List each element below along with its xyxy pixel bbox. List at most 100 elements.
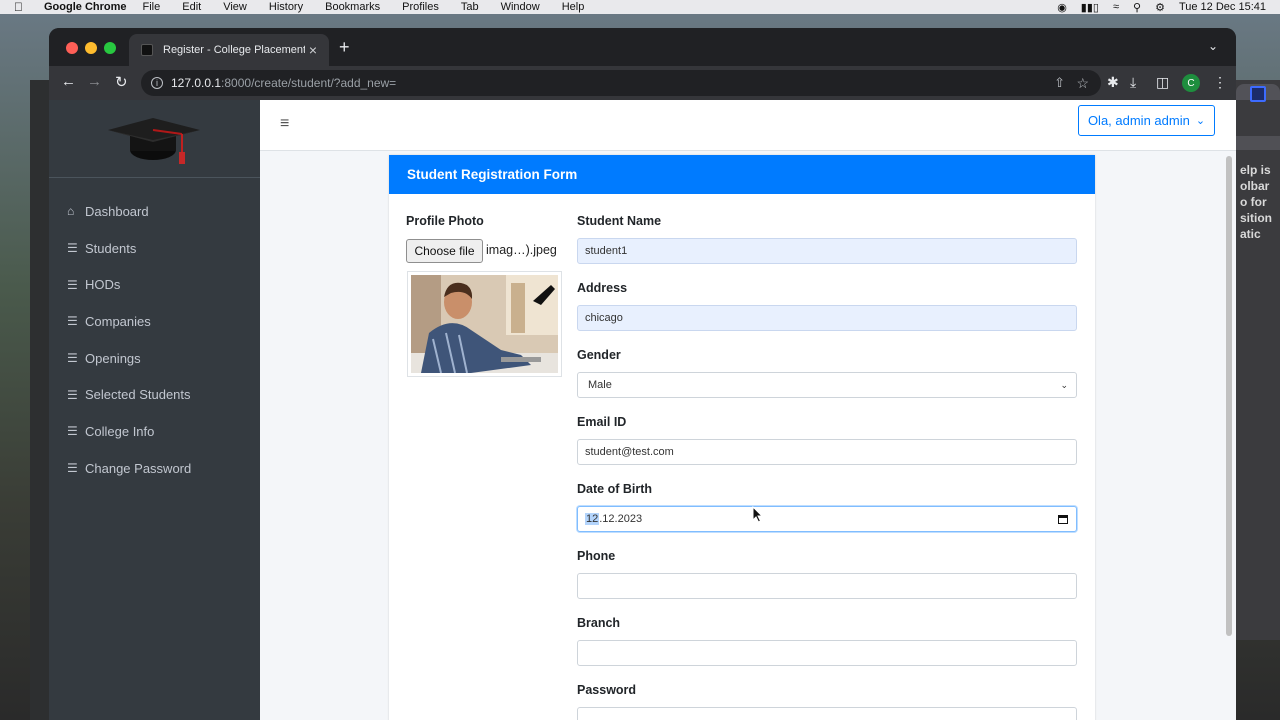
- email-value: student@test.com: [585, 446, 674, 458]
- minimize-window-button[interactable]: [85, 42, 97, 54]
- menu-window[interactable]: Window: [501, 1, 540, 13]
- browser-tab[interactable]: Register - College Placement ×: [129, 34, 329, 66]
- new-tab-button[interactable]: +: [339, 37, 350, 58]
- zoom-window-button[interactable]: [104, 42, 116, 54]
- control-center-icon[interactable]: ⚙: [1155, 1, 1165, 14]
- close-window-button[interactable]: [66, 42, 78, 54]
- sidebar-item-label: College Info: [85, 423, 155, 439]
- macos-menubar:  Google Chrome File Edit View History B…: [0, 0, 1280, 14]
- gender-select[interactable]: Male ⌄: [577, 372, 1077, 398]
- background-bar: [1236, 136, 1280, 150]
- brand-logo[interactable]: [49, 100, 260, 178]
- menu-tab[interactable]: Tab: [461, 1, 479, 13]
- user-menu-button[interactable]: Ola, admin admin ⌄: [1078, 105, 1215, 136]
- sidebar-item-dashboard[interactable]: ⌂ Dashboard: [49, 193, 260, 230]
- tab-search-chevron-icon[interactable]: ⌄: [1208, 39, 1218, 53]
- form-title: Student Registration Form: [389, 155, 1095, 194]
- dob-day-segment[interactable]: 12: [585, 513, 600, 525]
- sidebar-item-hods[interactable]: ☰ HODs: [49, 266, 260, 303]
- sidebar-item-label: HODs: [85, 277, 121, 293]
- branch-input[interactable]: [577, 640, 1077, 666]
- student-photo-image: [411, 275, 558, 374]
- sidebar-item-companies[interactable]: ☰ Companies: [49, 303, 260, 340]
- sidebar-item-label: Change Password: [85, 460, 192, 476]
- gender-label: Gender: [577, 348, 621, 362]
- hamburger-menu-icon[interactable]: ≡: [280, 115, 289, 133]
- sidebar-item-label: Students: [85, 240, 137, 256]
- reload-icon[interactable]: ↻: [115, 73, 128, 91]
- apple-icon[interactable]: : [14, 0, 28, 14]
- spotlight-icon[interactable]: ⚲: [1133, 1, 1141, 14]
- menubar-app-name[interactable]: Google Chrome: [44, 1, 127, 13]
- url-host: 127.0.0.1: [171, 76, 222, 90]
- registration-form-card: Student Registration Form Profile Photo …: [389, 155, 1095, 720]
- sidebar-item-change-password[interactable]: ☰ Change Password: [49, 450, 260, 487]
- background-window-right: elp is olbar o for sition atic: [1236, 80, 1280, 640]
- list-icon: ☰: [67, 387, 78, 402]
- sidebar-item-openings[interactable]: ☰ Openings: [49, 340, 260, 377]
- sidebar-item-label: Dashboard: [85, 203, 149, 219]
- sidebar-item-college-info[interactable]: ☰ College Info: [49, 413, 260, 450]
- forward-arrow-icon[interactable]: →: [87, 73, 102, 90]
- dob-rest: .12.2023: [599, 513, 643, 525]
- profile-avatar[interactable]: C: [1182, 74, 1200, 92]
- sidebar: ⌂ Dashboard ☰ Students ☰ HODs ☰ Companies ☰ O…: [49, 100, 260, 720]
- choose-file-button[interactable]: Choose file: [406, 239, 483, 263]
- list-icon: ☰: [67, 351, 78, 366]
- menu-file[interactable]: File: [143, 1, 161, 13]
- menu-history[interactable]: History: [269, 1, 303, 13]
- list-icon: ☰: [67, 241, 78, 256]
- home-icon: ⌂: [67, 204, 75, 219]
- background-text-line: o for: [1240, 195, 1267, 209]
- calendar-icon[interactable]: [1058, 514, 1068, 524]
- address-bar[interactable]: i 127.0.0.1 :8000/create/student/?add_ne…: [141, 70, 1101, 96]
- mouse-cursor-icon: [752, 506, 764, 523]
- battery-icon[interactable]: ▮▮▯: [1081, 1, 1099, 14]
- share-icon[interactable]: ⇧: [1054, 75, 1065, 91]
- sidebar-item-students[interactable]: ☰ Students: [49, 230, 260, 267]
- download-icon[interactable]: ⤓: [1130, 74, 1136, 91]
- password-input[interactable]: [577, 707, 1077, 720]
- site-info-icon[interactable]: i: [151, 77, 163, 89]
- sidebar-item-selected-students[interactable]: ☰ Selected Students: [49, 376, 260, 413]
- bookmark-star-icon[interactable]: ☆: [1076, 75, 1089, 92]
- selected-file-name: imag…).jpeg: [486, 243, 557, 257]
- dob-input[interactable]: 12.12.2023: [577, 506, 1077, 532]
- list-icon: ☰: [67, 424, 78, 439]
- browser-toolbar: ← → ↻ i 127.0.0.1 :8000/create/student/?…: [49, 66, 1236, 100]
- menu-bookmarks[interactable]: Bookmarks: [325, 1, 380, 13]
- chrome-menu-icon[interactable]: ⋮: [1213, 74, 1227, 91]
- wifi-icon[interactable]: ≈: [1113, 1, 1119, 13]
- student-name-input[interactable]: student1: [577, 238, 1077, 264]
- graduation-cap-icon: [108, 118, 200, 164]
- tab-close-icon[interactable]: ×: [305, 42, 321, 58]
- web-page: ⌂ Dashboard ☰ Students ☰ HODs ☰ Companies ☰ O…: [49, 100, 1236, 720]
- address-input[interactable]: chicago: [577, 305, 1077, 331]
- sidebar-item-label: Companies: [85, 313, 151, 329]
- page-scrollbar[interactable]: [1226, 156, 1232, 636]
- background-text-line: sition: [1240, 211, 1272, 225]
- extensions-icon[interactable]: ✱: [1107, 74, 1119, 91]
- main-content: ≡ Ola, admin admin ⌄ Student Registratio…: [260, 100, 1236, 720]
- record-icon[interactable]: ◉: [1057, 1, 1067, 14]
- email-input[interactable]: student@test.com: [577, 439, 1077, 465]
- list-icon: ☰: [67, 277, 78, 292]
- dob-label: Date of Birth: [577, 482, 652, 496]
- menu-help[interactable]: Help: [562, 1, 585, 13]
- phone-input[interactable]: [577, 573, 1077, 599]
- tab-title: Register - College Placement: [163, 44, 305, 56]
- address-label: Address: [577, 281, 628, 295]
- background-window-left: [30, 80, 50, 720]
- sidebar-menu: ⌂ Dashboard ☰ Students ☰ HODs ☰ Companies ☰ O…: [49, 193, 260, 487]
- background-text-line: atic: [1240, 227, 1261, 241]
- menu-profiles[interactable]: Profiles: [402, 1, 439, 13]
- gender-value: Male: [588, 379, 612, 391]
- menu-view[interactable]: View: [223, 1, 247, 13]
- email-label: Email ID: [577, 415, 627, 429]
- url-path: :8000/create/student/?add_new=: [221, 76, 397, 90]
- favicon-icon: [141, 44, 153, 56]
- back-arrow-icon[interactable]: ←: [61, 73, 76, 90]
- side-panel-icon[interactable]: ◫: [1156, 74, 1169, 91]
- menu-edit[interactable]: Edit: [182, 1, 201, 13]
- clock[interactable]: Tue 12 Dec 15:41: [1179, 1, 1266, 13]
